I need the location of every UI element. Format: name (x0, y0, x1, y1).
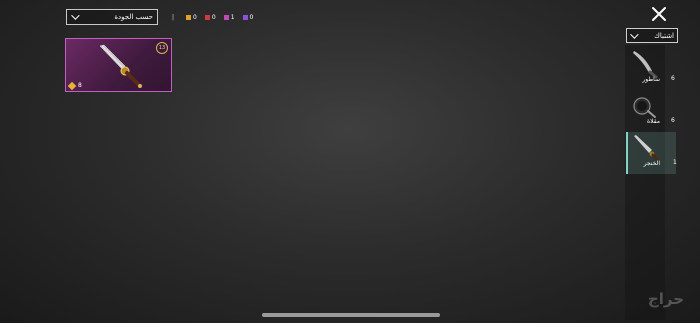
dagger-icon (634, 135, 660, 162)
watermark-logo: حراج (647, 290, 684, 308)
inventory-item-card[interactable]: 13 8 (65, 38, 172, 92)
pan-icon (633, 97, 656, 118)
item-count: 1 (673, 159, 677, 166)
chevron-down-icon (71, 11, 80, 20)
quality-swatch-icon (186, 14, 192, 20)
item-count: 6 (671, 75, 675, 82)
dagger-icon (99, 44, 142, 88)
level-badge: 13 (156, 42, 168, 54)
quality-filter-item[interactable]: 0 (204, 13, 216, 21)
sidebar-item-machete[interactable]: 6 ساطور (626, 48, 676, 90)
quality-count: 1 (230, 13, 235, 21)
sidebar-item-label: مقلاة (647, 118, 660, 125)
sort-label: حسب الجودة (114, 13, 153, 21)
quality-filter-item[interactable]: 1 (223, 13, 235, 21)
quality-swatch-icon (223, 14, 229, 20)
quality-filter-item[interactable]: 0 (242, 13, 254, 21)
machete-icon (633, 51, 658, 79)
close-icon[interactable] (650, 5, 668, 23)
quality-count: 0 (193, 13, 197, 21)
quality-filter-item[interactable]: 0 (186, 14, 197, 21)
separator: | (172, 13, 175, 21)
quality-counters: | 0 0 1 0 (172, 14, 253, 21)
chevron-down-icon (630, 29, 639, 39)
quantity-value: 8 (78, 82, 82, 89)
quality-swatch-icon (204, 14, 210, 20)
sidebar-item-pan[interactable]: 6 مقلاة (626, 90, 676, 132)
quality-count: 0 (249, 13, 254, 21)
sort-dropdown[interactable]: حسب الجودة (66, 9, 158, 25)
quality-count: 0 (211, 13, 216, 21)
quality-swatch-icon (242, 14, 248, 20)
item-quantity: 8 (67, 81, 82, 90)
toolbar: حسب الجودة | 0 0 1 0 (66, 9, 253, 25)
sidebar-item-label: الخنجر (643, 160, 660, 167)
category-label: اشتباك (654, 31, 674, 40)
sidebar-item-label: ساطور (642, 76, 660, 83)
sidebar-item-dagger[interactable]: 1 الخنجر (626, 132, 677, 174)
diamond-icon (67, 81, 77, 90)
item-count: 6 (671, 117, 675, 124)
category-dropdown[interactable]: اشتباك (626, 28, 678, 43)
home-indicator[interactable] (262, 313, 440, 317)
